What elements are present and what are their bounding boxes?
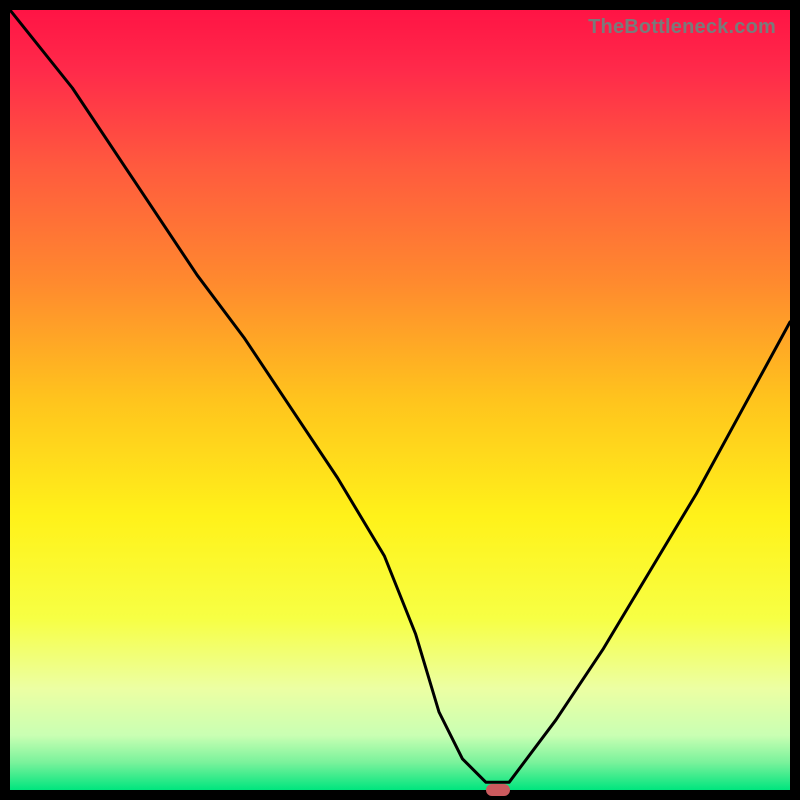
plot-area: TheBottleneck.com xyxy=(10,10,790,790)
gradient-background xyxy=(10,10,790,790)
minimum-marker xyxy=(486,784,510,796)
outer-frame: TheBottleneck.com xyxy=(0,0,800,800)
chart-svg xyxy=(10,10,790,790)
watermark-label: TheBottleneck.com xyxy=(588,16,776,39)
